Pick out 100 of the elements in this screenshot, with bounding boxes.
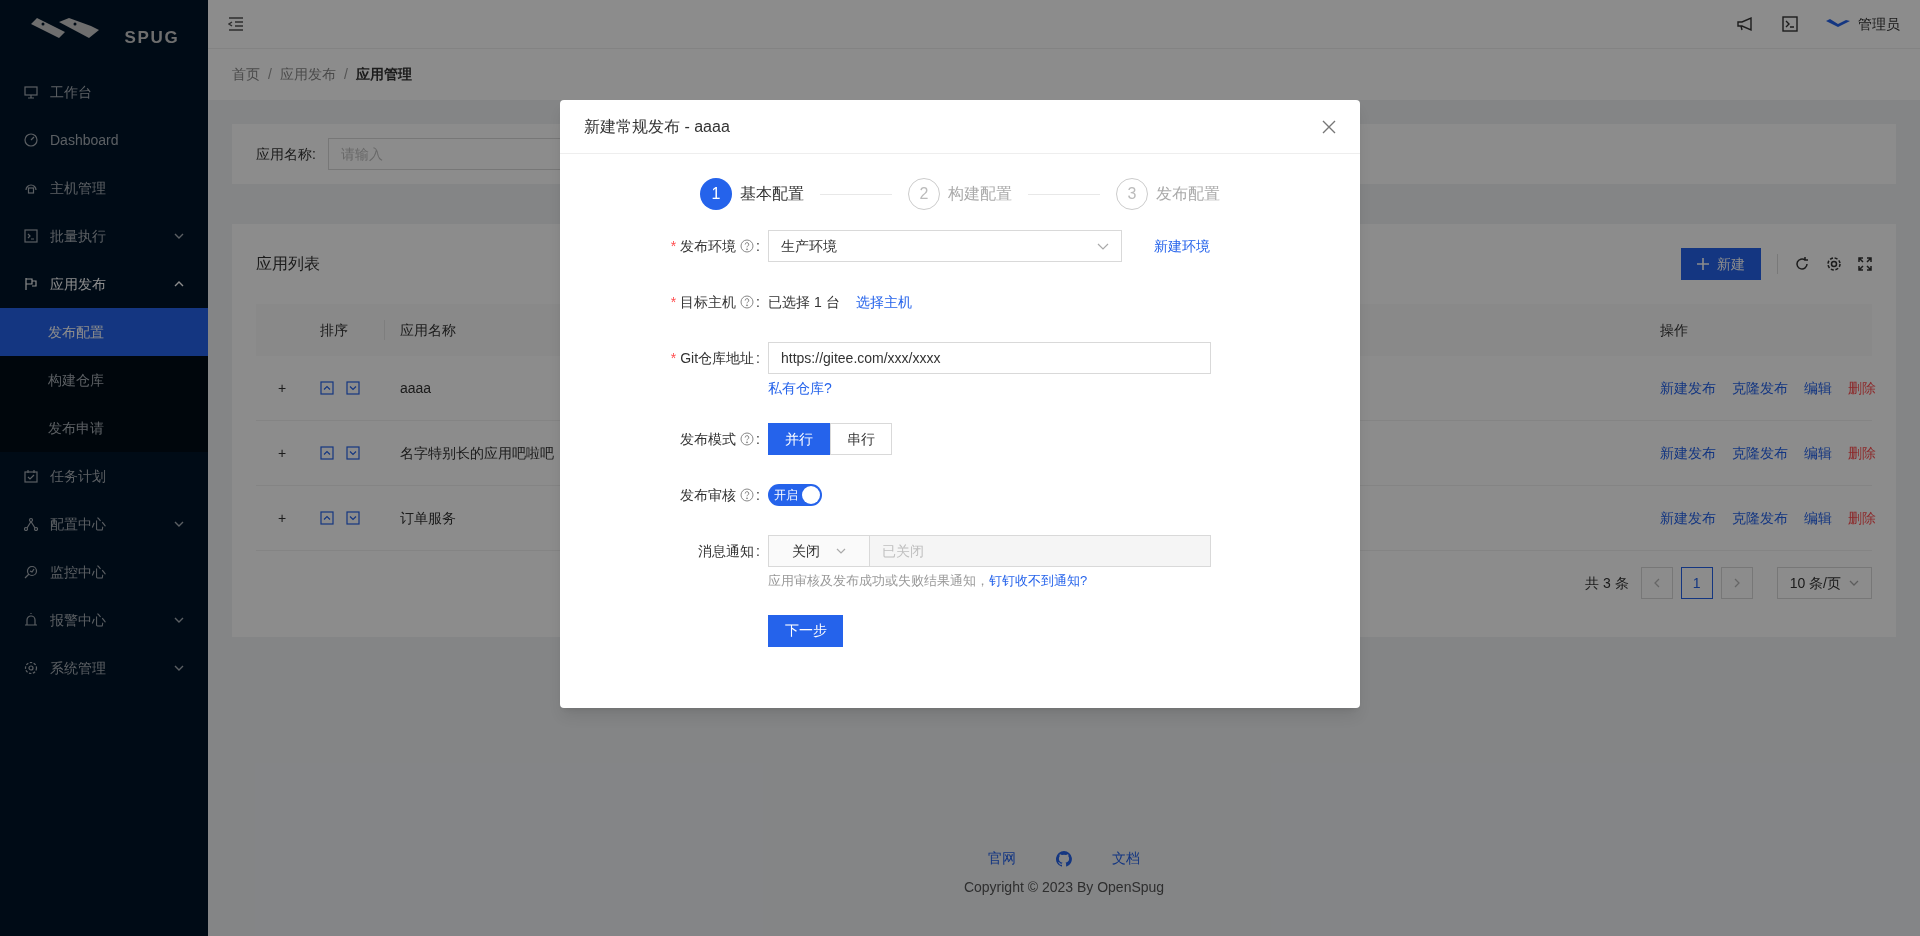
avatar-icon[interactable] bbox=[1826, 19, 1850, 29]
environment-select[interactable]: 生产环境 bbox=[768, 230, 1122, 262]
submenu-item[interactable]: 构建仓库 bbox=[0, 356, 208, 404]
chevron-down-icon bbox=[174, 617, 184, 623]
move-down-icon[interactable] bbox=[346, 381, 360, 395]
menu-item[interactable]: 应用发布 bbox=[0, 264, 208, 304]
move-up-icon[interactable] bbox=[320, 446, 334, 460]
action-link[interactable]: 新建发布 bbox=[1660, 377, 1716, 399]
chevron-right-icon bbox=[1732, 578, 1741, 588]
link[interactable]: 私有仓库? bbox=[768, 378, 832, 399]
total-count: 共 3 条 bbox=[1585, 573, 1629, 593]
action-link[interactable]: 克隆发布 bbox=[1732, 507, 1788, 529]
required-asterisk: * bbox=[670, 348, 677, 368]
alarm-icon bbox=[24, 613, 38, 627]
search-label: 应用名称: bbox=[256, 144, 316, 164]
refresh-icon[interactable] bbox=[1794, 256, 1810, 272]
toggle-switch[interactable]: 开启 bbox=[768, 484, 822, 506]
breadcrumb-item[interactable]: 首页 bbox=[232, 64, 260, 85]
chevron-down-icon bbox=[836, 548, 846, 554]
chevron-down-icon bbox=[174, 521, 184, 527]
megaphone-icon[interactable] bbox=[1736, 16, 1754, 32]
link[interactable]: 新建环境 bbox=[1154, 235, 1210, 257]
breadcrumb-separator: / bbox=[268, 65, 272, 84]
modal-title: 新建常规发布 - aaaa bbox=[584, 116, 730, 137]
radio-button[interactable]: 并行 bbox=[768, 423, 830, 455]
field-label: 消息通知 bbox=[698, 541, 755, 561]
colon: : bbox=[756, 292, 760, 312]
menu-item[interactable]: Dashboard bbox=[0, 120, 208, 160]
help-icon bbox=[740, 432, 755, 446]
move-up-icon[interactable] bbox=[320, 511, 334, 525]
page-button[interactable]: 1 bbox=[1680, 567, 1713, 599]
action-link[interactable]: 编辑 bbox=[1804, 377, 1832, 399]
submenu-item[interactable]: 发布配置 bbox=[0, 308, 208, 356]
footer-link[interactable]: 官网 bbox=[988, 848, 1016, 869]
move-down-icon[interactable] bbox=[346, 446, 360, 460]
menu-item[interactable]: 系统管理 bbox=[0, 648, 208, 688]
action-link[interactable]: 克隆发布 bbox=[1732, 377, 1788, 399]
menu-item[interactable]: 工作台 bbox=[0, 72, 208, 112]
required-asterisk: * bbox=[670, 236, 677, 256]
monitor-icon bbox=[24, 85, 38, 99]
page-size-select[interactable]: 10 条/页 bbox=[1776, 567, 1872, 599]
menu-item[interactable]: 报警中心 bbox=[0, 600, 208, 640]
flag-icon bbox=[24, 277, 38, 291]
terminal-icon[interactable] bbox=[1782, 16, 1798, 32]
move-up-icon[interactable] bbox=[320, 381, 334, 395]
radio-button[interactable]: 串行 bbox=[830, 423, 892, 455]
required-asterisk: * bbox=[670, 292, 677, 312]
menu-icon[interactable] bbox=[228, 17, 244, 31]
action-link[interactable]: 删除 bbox=[1848, 377, 1876, 399]
settings-icon bbox=[24, 661, 38, 675]
breadcrumb-item: 应用管理 bbox=[355, 65, 412, 84]
chevron-down-icon bbox=[1849, 580, 1859, 586]
table-cell-text: aaaa bbox=[400, 378, 432, 398]
copyright-text: Copyright © 2023 By OpenSpug bbox=[963, 878, 1165, 897]
footer-link[interactable]: 文档 bbox=[1112, 848, 1140, 869]
expand-button[interactable]: + bbox=[256, 442, 320, 464]
new-button[interactable]: 新建 bbox=[1681, 248, 1761, 280]
menu-item[interactable]: 配置中心 bbox=[0, 504, 208, 544]
expand-button[interactable]: + bbox=[256, 507, 320, 529]
table-cell-text: 名字特别长的应用吧啦吧 bbox=[400, 443, 554, 463]
chevron-down-icon bbox=[174, 233, 184, 239]
menu-item[interactable]: 任务计划 bbox=[0, 456, 208, 496]
action-link[interactable]: 新建发布 bbox=[1660, 442, 1716, 464]
user-name[interactable]: 管理员 bbox=[1858, 13, 1900, 35]
colon: : bbox=[756, 541, 760, 561]
help-icon bbox=[740, 239, 755, 253]
colon: : bbox=[756, 348, 760, 368]
colon: : bbox=[756, 485, 760, 505]
menu-item[interactable]: 批量执行 bbox=[0, 216, 208, 256]
action-link[interactable]: 删除 bbox=[1848, 507, 1876, 529]
action-link[interactable]: 克隆发布 bbox=[1732, 442, 1788, 464]
colon: : bbox=[756, 236, 760, 256]
table-title: 应用列表 bbox=[256, 254, 320, 274]
action-link[interactable]: 新建发布 bbox=[1660, 507, 1716, 529]
action-link[interactable]: 删除 bbox=[1848, 442, 1876, 464]
move-down-icon[interactable] bbox=[346, 511, 360, 525]
colon: : bbox=[756, 429, 760, 449]
fullscreen-icon[interactable] bbox=[1858, 257, 1872, 271]
hint-text: 应用审核及发布成功或失败结果通知， bbox=[768, 572, 989, 590]
table-cell-text: 订单服务 bbox=[400, 508, 456, 528]
field-label: 发布模式 bbox=[680, 429, 737, 449]
breadcrumb-item[interactable]: 应用发布 bbox=[279, 64, 336, 85]
chevron-down-icon bbox=[174, 665, 184, 671]
menu-item[interactable]: 监控中心 bbox=[0, 552, 208, 592]
help-icon bbox=[740, 295, 755, 309]
field-label: Git仓库地址 bbox=[680, 348, 755, 368]
menu-item[interactable]: 主机管理 bbox=[0, 168, 208, 208]
step-label: 构建配置 bbox=[948, 184, 1012, 204]
submenu-item[interactable]: 发布申请 bbox=[0, 404, 208, 452]
expand-button[interactable]: + bbox=[256, 377, 320, 399]
input-field[interactable]: https://gitee.com/xxx/xxxx bbox=[768, 342, 1211, 374]
next-button[interactable]: 下一步 bbox=[768, 614, 843, 647]
field-value: 已选择 1 台 bbox=[768, 292, 840, 312]
settings-icon[interactable] bbox=[1826, 256, 1842, 272]
link[interactable]: 选择主机 bbox=[855, 291, 912, 313]
chevron-up-icon bbox=[174, 281, 184, 287]
action-link[interactable]: 编辑 bbox=[1804, 442, 1832, 464]
close-icon[interactable] bbox=[1322, 119, 1336, 134]
action-link[interactable]: 编辑 bbox=[1804, 507, 1832, 529]
github-icon[interactable] bbox=[1056, 850, 1072, 867]
